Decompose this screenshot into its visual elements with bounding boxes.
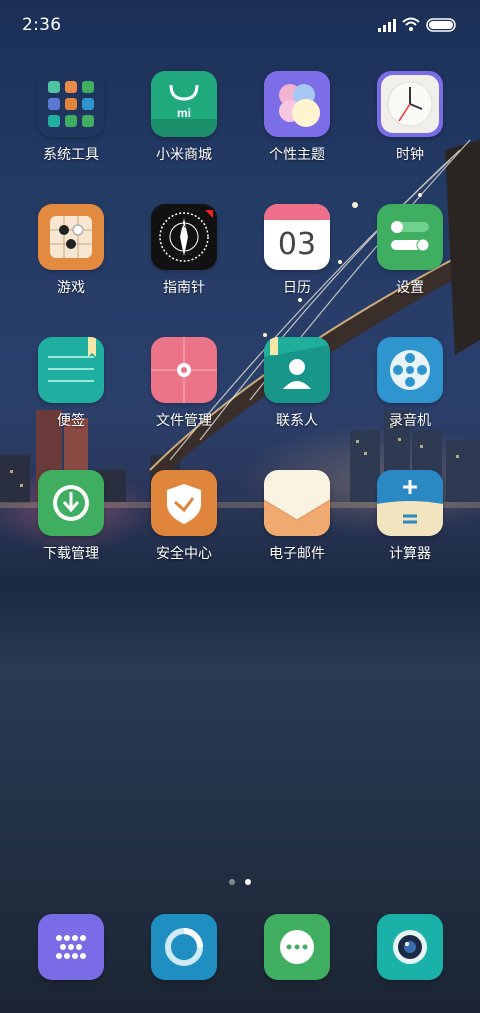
app-label: 时钟 xyxy=(396,147,424,163)
downloads-icon xyxy=(38,470,104,536)
app-clock[interactable]: 时钟 xyxy=(360,71,460,164)
status-time: 2:36 xyxy=(22,15,62,35)
security-icon xyxy=(151,470,217,536)
svg-text:mi: mi xyxy=(177,106,191,120)
dock-app-drawer[interactable] xyxy=(21,914,121,980)
app-label: 系统工具 xyxy=(43,147,99,163)
recorder-icon xyxy=(377,337,443,403)
app-mi-store[interactable]: mi 小米商城 xyxy=(134,71,234,164)
app-calculator[interactable]: 计算器 xyxy=(360,470,460,563)
dock-messages[interactable] xyxy=(247,914,347,980)
app-label: 日历 xyxy=(283,280,311,296)
compass-icon: N xyxy=(151,204,217,270)
app-email[interactable]: 电子邮件 xyxy=(247,470,347,563)
app-label: 指南针 xyxy=(163,280,205,296)
app-label: 设置 xyxy=(396,280,424,296)
wifi-icon xyxy=(402,17,420,31)
clock-icon xyxy=(377,71,443,137)
games-icon xyxy=(38,204,104,270)
calendar-header xyxy=(264,204,330,220)
page-dot[interactable] xyxy=(229,879,235,885)
calendar-icon: 03 xyxy=(264,204,330,270)
email-icon xyxy=(264,470,330,536)
camera-icon xyxy=(377,914,443,980)
app-label: 联系人 xyxy=(276,413,318,429)
system-tools-icon xyxy=(38,71,104,137)
app-label: 文件管理 xyxy=(156,413,212,429)
app-notes[interactable]: 便签 xyxy=(21,337,121,430)
cellular-signal-icon xyxy=(378,19,396,32)
app-downloads[interactable]: 下载管理 xyxy=(21,470,121,563)
mi-store-icon: mi xyxy=(151,71,217,137)
status-bar: 2:36 xyxy=(0,0,480,52)
app-contacts[interactable]: 联系人 xyxy=(247,337,347,430)
page-indicator xyxy=(0,870,480,889)
messages-icon xyxy=(264,914,330,980)
app-label: 小米商城 xyxy=(156,147,212,163)
themes-icon xyxy=(264,71,330,137)
page-dot-active[interactable] xyxy=(245,879,251,885)
app-label: 录音机 xyxy=(389,413,431,429)
app-label: 计算器 xyxy=(389,546,431,562)
calendar-date: 03 xyxy=(277,227,317,262)
notes-icon xyxy=(38,337,104,403)
file-manager-icon xyxy=(151,337,217,403)
app-security[interactable]: 安全中心 xyxy=(134,470,234,563)
settings-icon xyxy=(377,204,443,270)
contacts-icon xyxy=(264,337,330,403)
app-system-tools[interactable]: 系统工具 xyxy=(21,71,121,164)
dock-camera[interactable] xyxy=(360,914,460,980)
app-calendar[interactable]: 03 日历 xyxy=(247,204,347,297)
app-drawer-icon xyxy=(38,914,104,980)
app-label: 下载管理 xyxy=(43,546,99,562)
browser-icon xyxy=(151,914,217,980)
app-games[interactable]: 游戏 xyxy=(21,204,121,297)
app-label: 个性主题 xyxy=(269,147,325,163)
app-label: 安全中心 xyxy=(156,546,212,562)
svg-text:N: N xyxy=(182,224,186,230)
app-label: 游戏 xyxy=(57,280,85,296)
dock-browser[interactable] xyxy=(134,914,234,980)
calculator-icon xyxy=(377,470,443,536)
app-file-manager[interactable]: 文件管理 xyxy=(134,337,234,430)
battery-icon xyxy=(426,18,456,32)
app-themes[interactable]: 个性主题 xyxy=(247,71,347,164)
app-settings[interactable]: 设置 xyxy=(360,204,460,297)
app-label: 便签 xyxy=(57,413,85,429)
app-compass[interactable]: N 指南针 xyxy=(134,204,234,297)
app-label: 电子邮件 xyxy=(269,546,325,562)
app-recorder[interactable]: 录音机 xyxy=(360,337,460,430)
